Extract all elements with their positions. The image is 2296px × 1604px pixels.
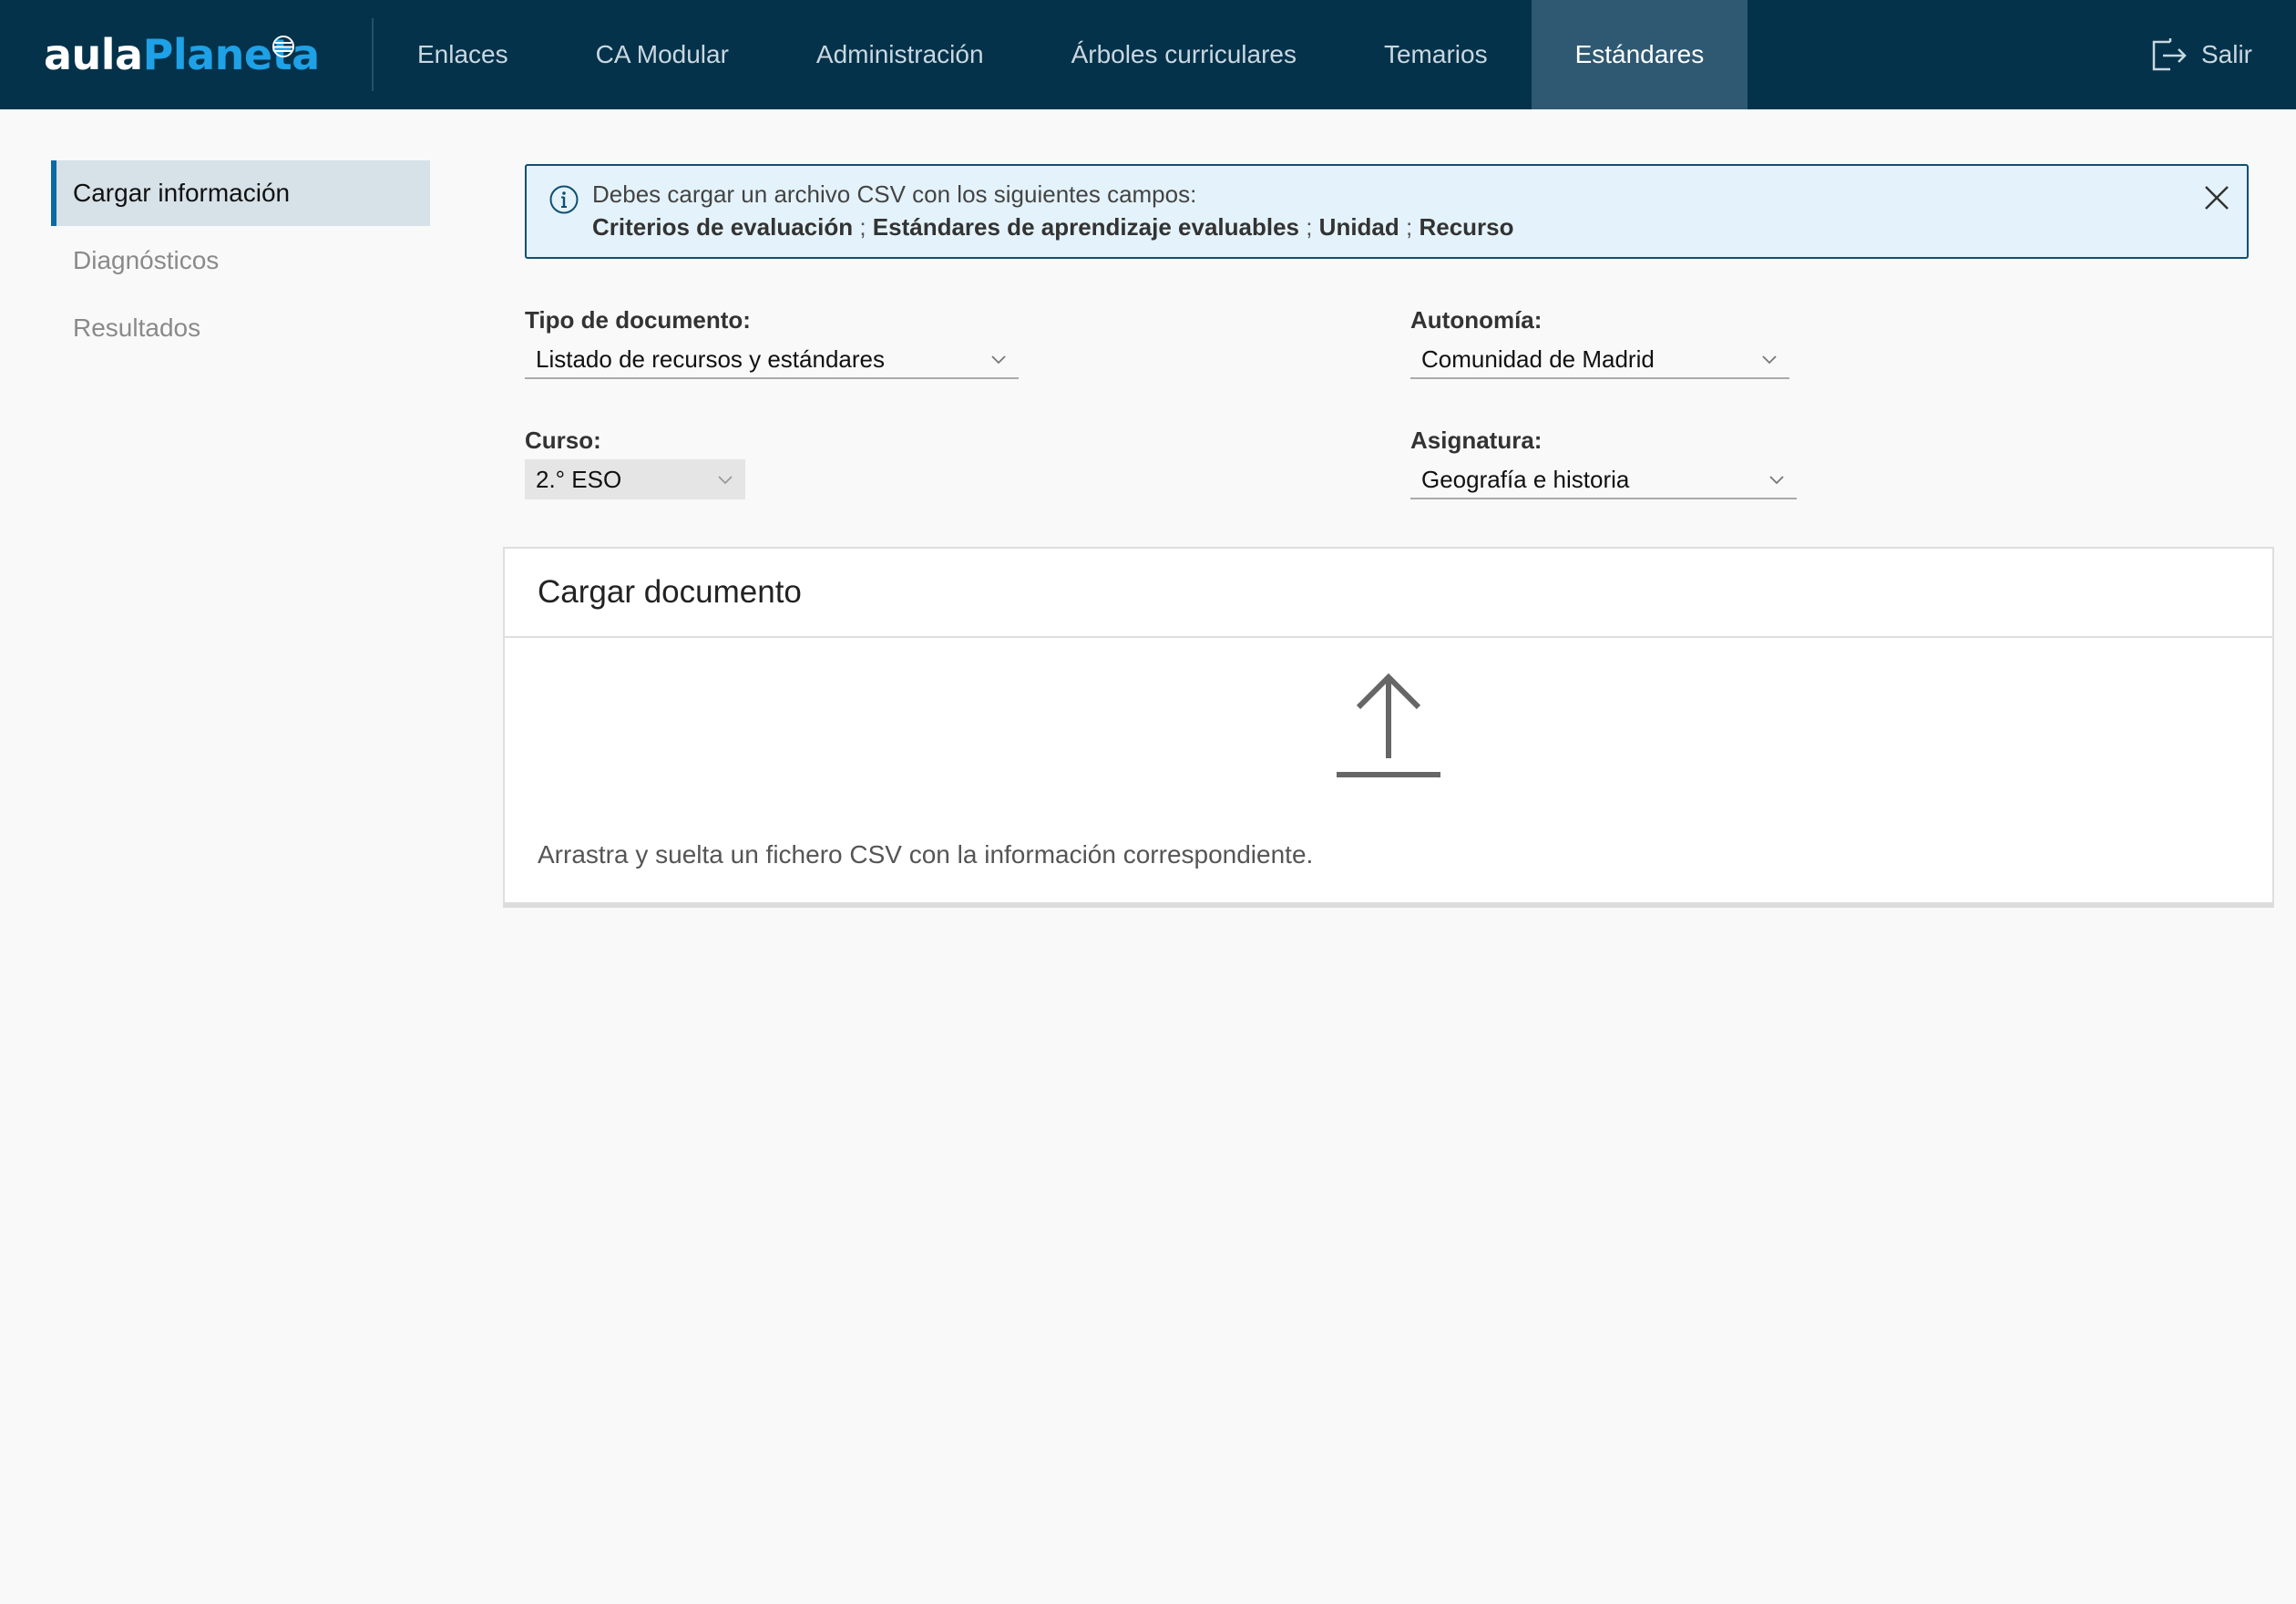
autonomia-field: Autonomía: Comunidad de Madrid [1410, 306, 1789, 379]
logout-icon [2152, 38, 2187, 71]
upload-instructions: Arrastra y suelta un fichero CSV con la … [538, 840, 1314, 869]
tipo-documento-field: Tipo de documento: Listado de recursos y… [525, 306, 1019, 379]
globe-icon [272, 36, 294, 57]
asignatura-label: Asignatura: [1410, 427, 1543, 454]
asignatura-select[interactable]: Geografía e historia [1410, 459, 1797, 499]
alert-field-separator: ; [1399, 213, 1420, 241]
chevron-down-icon [1769, 476, 1784, 485]
sidebar-item-cargar-informacion[interactable]: Cargar información [51, 160, 430, 226]
csv-info-alert: Debes cargar un archivo CSV con los sigu… [525, 164, 2249, 259]
info-icon [549, 185, 579, 214]
asignatura-field: Asignatura: Geografía e historia [1410, 427, 1797, 499]
nav-tab-enlaces[interactable]: Enlaces [374, 0, 552, 109]
alert-field: Criterios de evaluación [592, 213, 854, 241]
alert-field-separator: ; [853, 213, 873, 241]
alert-message: Debes cargar un archivo CSV con los sigu… [592, 180, 1197, 208]
alert-field: Recurso [1419, 213, 1514, 241]
tipo-documento-select[interactable]: Listado de recursos y estándares [525, 339, 1019, 379]
nav-tab-administracion[interactable]: Administración [773, 0, 1028, 109]
main-nav: Enlaces CA Modular Administración Árbole… [374, 0, 1748, 109]
nav-tab-estandares[interactable]: Estándares [1531, 0, 1748, 109]
autonomia-value: Comunidad de Madrid [1421, 345, 1655, 373]
curso-label: Curso: [525, 427, 601, 454]
tipo-documento-value: Listado de recursos y estándares [536, 345, 885, 373]
upload-card-title: Cargar documento [505, 549, 2272, 638]
logout-label: Salir [2200, 40, 2252, 68]
sidebar: Cargar información Diagnósticos Resultad… [51, 160, 430, 363]
alert-field-separator: ; [1299, 213, 1319, 241]
upload-card[interactable]: Cargar documento Arrastra y suelta un fi… [503, 547, 2274, 908]
nav-tab-temarios[interactable]: Temarios [1340, 0, 1532, 109]
curso-field: Curso: 2.° ESO [525, 427, 745, 499]
curso-value: 2.° ESO [536, 466, 622, 493]
logout-button[interactable]: Salir [2150, 0, 2252, 109]
sidebar-item-diagnosticos[interactable]: Diagnósticos [51, 228, 430, 293]
autonomia-select[interactable]: Comunidad de Madrid [1410, 339, 1789, 379]
asignatura-value: Geografía e historia [1421, 466, 1630, 493]
chevron-down-icon [718, 476, 733, 485]
nav-tab-arboles-curriculares[interactable]: Árboles curriculares [1028, 0, 1340, 109]
chevron-down-icon [1762, 355, 1777, 365]
alert-required-fields: Criterios de evaluación ; Estándares de … [592, 213, 1514, 242]
close-icon[interactable] [2201, 182, 2232, 213]
nav-tab-ca-modular[interactable]: CA Modular [552, 0, 773, 109]
logo-text-aula: aula [44, 30, 143, 79]
curso-select[interactable]: 2.° ESO [525, 459, 745, 499]
alert-field: Estándares de aprendizaje evaluables [872, 213, 1299, 241]
top-navigation-bar: aulaPlaneta Enlaces CA Modular Administr… [0, 0, 2296, 109]
autonomia-label: Autonomía: [1410, 306, 1543, 334]
tipo-documento-label: Tipo de documento: [525, 306, 751, 334]
upload-icon[interactable] [1334, 665, 1443, 784]
chevron-down-icon [991, 355, 1006, 365]
alert-field: Unidad [1318, 213, 1399, 241]
sidebar-item-resultados[interactable]: Resultados [51, 295, 430, 361]
